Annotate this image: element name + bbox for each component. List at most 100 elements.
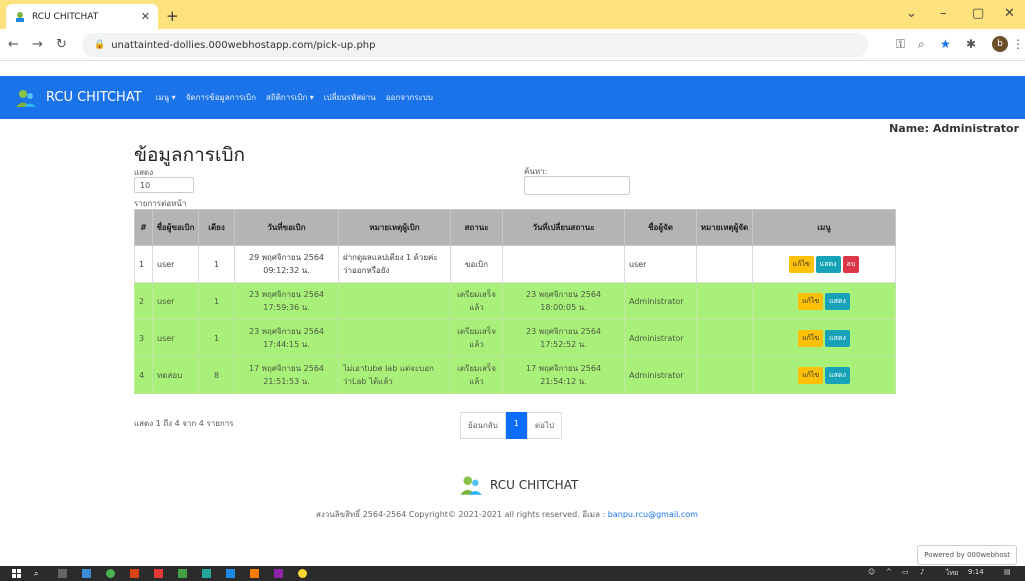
bed-number: 8 [198,356,235,394]
search-icon[interactable]: ⌕ [34,569,43,578]
status: เตรียมเสร็จแล้ว [450,319,503,357]
col-status[interactable]: สถานะ [450,209,503,246]
tab-search-icon[interactable]: ⌄ [906,6,917,21]
handler-note [696,282,753,320]
profile-avatar[interactable]: b [992,36,1008,52]
nav-logout[interactable]: ออกจากระบบ [386,91,433,104]
col-handler-note[interactable]: หมายเหตุผู้จัด [696,209,753,246]
edit-button[interactable]: แก้ไข [788,255,814,273]
status-date: 23 พฤศจิกายน 2564 17:52:52 น. [502,319,625,357]
browser-tab[interactable]: RCU CHITCHAT ✕ [6,4,158,29]
requester-name: user [152,245,199,283]
zoom-icon[interactable]: ⌕ [918,37,925,52]
col-requester[interactable]: ชื่อผู้ขอเบิก [152,209,199,246]
reload-icon[interactable]: ↻ [56,37,67,52]
user-name-label: Name: Administrator [889,122,1019,135]
request-date: 23 พฤศจิกายน 2564 17:44:15 น. [234,319,339,357]
handler-name: Administrator [624,282,697,320]
status-date [502,245,625,283]
address-bar[interactable]: 🔒 unattainted-dollies.000webhostapp.com/… [82,33,868,57]
request-date: 29 พฤศจิกายน 2564 09:12:32 น. [234,245,339,283]
col-status-date[interactable]: วันที่เปลี่ยนสถานะ [502,209,625,246]
edit-button[interactable]: แก้ไข [798,329,824,347]
browser-toolbar: ← → ↻ 🔒 unattainted-dollies.000webhostap… [0,29,1025,61]
people-icon[interactable]: ☺ [868,568,875,576]
lock-icon: 🔒 [94,40,106,50]
nav-manage-pickup[interactable]: จัดการข้อมูลการเบิก [186,91,256,104]
requester-note: ไม่เอาtube lab แต่จะบอกว่าLab ได้แล้ว [338,356,451,394]
site-favicon-icon [16,11,24,22]
taskbar: ⌕ ☺ ^ ▭ ♪ ไทย 9:14 ▤ [0,566,1025,581]
copyright: สงวนลิขสิทธิ์ 2564-2564 Copyright© 2021-… [316,508,698,521]
minimize-icon[interactable]: – [940,6,947,21]
prev-page-button[interactable]: ย้อนกลับ [460,412,506,439]
show-button[interactable]: แสดง [825,366,850,384]
delete-button[interactable]: ลบ [842,255,860,273]
row-actions: แก้ไข แสดง ลบ [752,245,896,283]
row-number: 3 [134,319,153,357]
notification-icon[interactable]: ▤ [1004,568,1011,576]
table-row: 2 user 1 23 พฤศจิกายน 2564 17:59:36 น. เ… [134,282,896,320]
row-actions: แก้ไข แสดง [752,356,896,394]
edit-button[interactable]: แก้ไข [798,366,824,384]
chrome-active-icon[interactable] [298,569,307,578]
page-1-button[interactable]: 1 [505,412,527,439]
status: เตรียมเสร็จแล้ว [450,282,503,320]
show-button[interactable]: แสดง [825,329,850,347]
row-number: 1 [134,245,153,283]
handler-name: user [624,245,697,283]
table-header-row: # ชื่อผู้ขอเบิก เตียง วันที่ขอเบิก หมายเ… [134,209,896,246]
windows-start-icon[interactable] [12,569,21,578]
menu-dots-icon[interactable]: ⋮ [1012,37,1024,51]
bookmark-star-icon[interactable]: ★ [940,37,951,51]
volume-icon[interactable]: ♪ [920,568,924,576]
extensions-icon[interactable]: ✱ [966,37,976,51]
requester-name: user [152,282,199,320]
edit-button[interactable]: แก้ไข [798,292,824,310]
col-number[interactable]: # [134,209,153,246]
word-icon[interactable] [226,569,235,578]
nav-statistics[interactable]: สถิติการเบิก ▾ [266,91,314,104]
next-page-button[interactable]: ต่อไป [526,412,562,439]
page-length-select[interactable]: 10 [134,177,194,193]
powerpoint-icon[interactable] [250,569,259,578]
maximize-icon[interactable]: ▢ [972,6,984,21]
excel-icon[interactable] [178,569,187,578]
status: ขอเบิก [450,245,503,283]
tray-chevron-icon[interactable]: ^ [886,568,892,576]
nav-menu[interactable]: เมนู ▾ [156,91,176,104]
task-view-icon[interactable] [58,569,67,578]
line-icon[interactable] [202,569,211,578]
clock[interactable]: 9:14 [968,568,984,576]
language-indicator[interactable]: ไทย [946,568,958,579]
app-icon-2[interactable] [274,569,283,578]
handler-note [696,245,753,283]
acrobat-icon[interactable] [154,569,163,578]
request-date: 17 พฤศจิกายน 2564 21:51:53 น. [234,356,339,394]
network-icon[interactable]: ▭ [902,568,909,576]
col-handler[interactable]: ชื่อผู้จัด [624,209,697,246]
powered-by-badge[interactable]: Powered by 000webhost [917,545,1017,565]
requester-note [338,319,451,357]
table-info: แสดง 1 ถึง 4 จาก 4 รายการ [134,419,234,428]
brand-name[interactable]: RCU CHITCHAT [46,90,142,105]
requester-name: ทดสอบ [152,356,199,394]
show-button[interactable]: แสดง [825,292,850,310]
contact-email-link[interactable]: banpu.rcu@gmail.com [608,510,698,519]
col-request-date[interactable]: วันที่ขอเบิก [234,209,339,246]
chrome-icon[interactable] [106,569,115,578]
file-explorer-icon[interactable] [82,569,91,578]
close-window-icon[interactable]: ✕ [1004,6,1015,21]
back-icon[interactable]: ← [8,37,19,52]
app-icon[interactable] [130,569,139,578]
new-tab-icon[interactable]: + [166,7,179,25]
forward-icon[interactable]: → [32,37,43,52]
col-requester-note[interactable]: หมายเหตุผู้เบิก [338,209,451,246]
status: เตรียมเสร็จแล้ว [450,356,503,394]
key-icon[interactable]: ⚿ [896,37,905,52]
show-button[interactable]: แสดง [815,255,841,273]
col-bed[interactable]: เตียง [198,209,235,246]
search-input[interactable] [524,176,630,195]
close-tab-icon[interactable]: ✕ [141,10,150,23]
nav-change-password[interactable]: เปลี่ยนรหัสผ่าน [324,91,376,104]
